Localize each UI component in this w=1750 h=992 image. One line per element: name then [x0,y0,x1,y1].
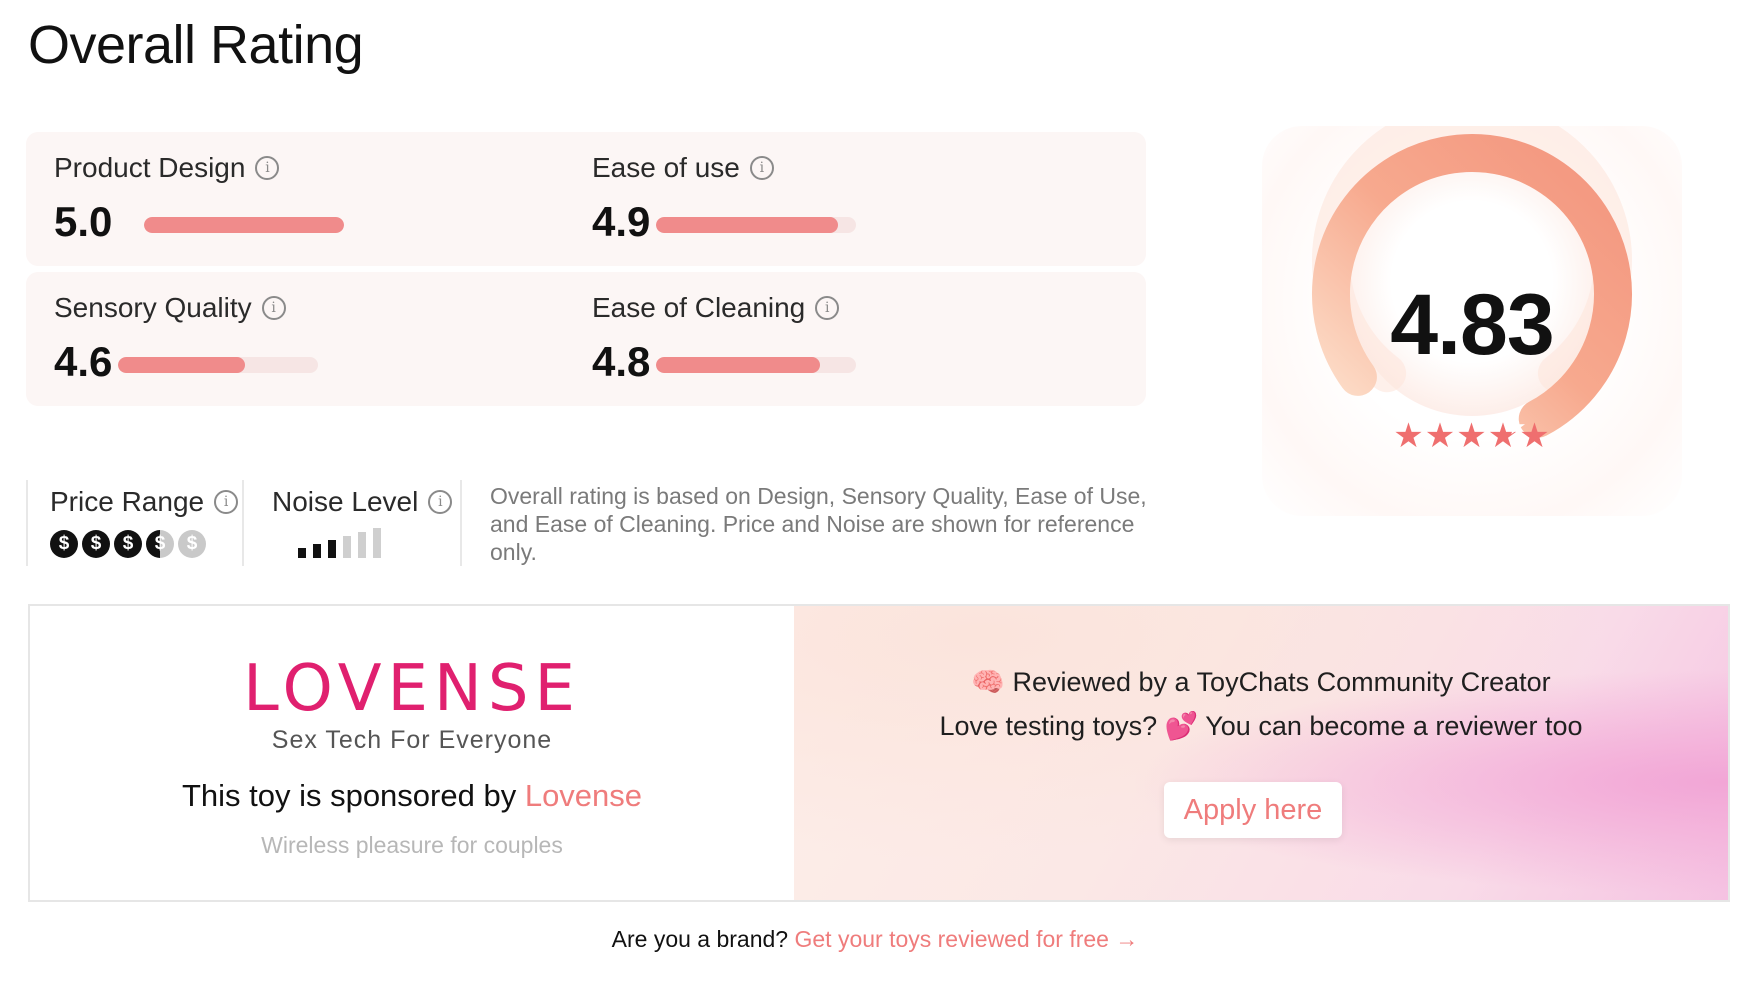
rating-value: 5.0 [54,198,113,245]
rating-bar [656,357,856,373]
info-icon[interactable]: i [214,490,239,514]
info-icon[interactable]: i [255,156,280,180]
noise-indicator [298,528,452,558]
rating-bar [144,217,344,233]
info-icon[interactable]: i [749,156,774,180]
noise-bar [298,548,306,558]
rating-bar [656,217,856,233]
brand-tagline: Sex Tech For Everyone [271,726,553,754]
rating-bar-fill [656,217,838,233]
rating-card-ease-of-cleaning: Ease of Cleaning i 4.8 [564,272,1146,406]
overall-score: 4.83 [1390,277,1554,373]
community-panel: 🧠 Reviewed by a ToyChats Community Creat… [794,606,1728,900]
rating-bar [118,357,318,373]
get-reviewed-link[interactable]: Get your toys reviewed for free → [794,926,1138,952]
sponsor-panel: LOVENSE Sex Tech For Everyone This toy i… [30,606,794,900]
noise-bar [313,544,321,558]
sponsor-subtitle: Wireless pleasure for couples [261,832,563,858]
rating-value: 4.8 [592,338,651,385]
price-range-label: Price Range [50,486,205,517]
rating-value: 4.6 [54,338,113,385]
brand-cta-line: Are you a brand? Get your toys reviewed … [0,926,1750,953]
sponsored-line: This toy is sponsored by Lovense [30,778,794,814]
noise-bar [373,528,381,558]
info-icon[interactable]: i [815,296,840,320]
apply-here-button[interactable]: Apply here [1164,782,1342,838]
divider [460,480,462,566]
noise-bar [343,536,351,558]
gauge-end-star-icon: ★ [1506,414,1527,440]
rating-card-product-design: Product Design i 5.0 [26,132,608,266]
info-icon[interactable]: i [428,490,453,514]
creator-line: 🧠 Reviewed by a ToyChats Community Creat… [971,667,1551,697]
noise-bar [358,532,366,558]
noise-level-label: Noise Level [272,486,419,517]
dollar-icon: $ [82,530,110,558]
star-rating-icon: ★★★★★ [1393,417,1551,455]
rating-value: 4.9 [592,198,651,245]
brand-question: Are you a brand? [611,926,795,952]
rating-note: Overall rating is based on Design, Senso… [490,483,1147,565]
rating-card-ease-of-use: Ease of use i 4.9 [564,132,1146,266]
rating-label: Product Design [54,152,246,183]
meta-row: Price Range i $ $ $ $ $ Noise Level i Overall … [26,480,1208,566]
noise-level: Noise Level i [272,480,453,566]
brand-link[interactable]: Lovense [525,778,642,813]
dollar-icon: $ [50,530,78,558]
divider [26,480,28,566]
rating-bar-fill [656,357,820,373]
rating-card-sensory-quality: Sensory Quality i 4.6 [26,272,608,406]
page-title: Overall Rating [28,15,364,75]
price-range: Price Range i $ $ $ $ $ [50,480,239,566]
noise-bar [328,540,336,558]
rating-label: Ease of use [592,152,740,183]
rating-bar-fill [118,357,246,373]
sponsored-prefix: This toy is sponsored by [181,778,525,813]
lovense-logo[interactable]: LOVENSE [30,652,794,726]
dollar-icon: $ [178,530,206,558]
rating-label: Ease of Cleaning [592,292,806,323]
dollar-icon: $ [146,530,174,558]
sponsor-banner: LOVENSE Sex Tech For Everyone This toy i… [28,604,1730,902]
price-indicator: $ $ $ $ $ [50,530,238,558]
reviewer-line: Love testing toys? 💕 You can become a re… [939,711,1583,741]
rating-label: Sensory Quality [54,292,252,323]
rating-bar-fill [144,217,344,233]
divider [242,480,244,566]
info-icon[interactable]: i [261,296,286,320]
overall-rating-gauge: 4.83 ★★★★★ ★ [1262,126,1682,516]
dollar-icon: $ [114,530,142,558]
